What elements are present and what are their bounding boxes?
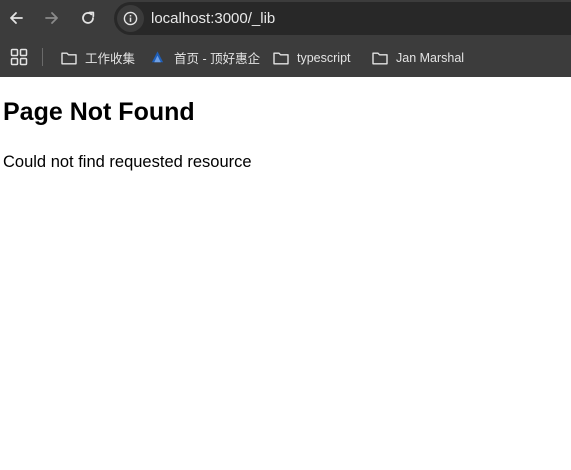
bookmark-label: typescript [297, 50, 351, 65]
bookmark-folder-work[interactable]: 工作收集 [60, 38, 135, 77]
reload-icon [82, 11, 95, 24]
bookmarks-divider [42, 48, 43, 66]
bookmark-folder-typescript[interactable]: typescript [272, 38, 351, 77]
arrow-right-icon [45, 12, 58, 24]
browser-toolbar: localhost:3000/_lib [0, 0, 571, 38]
bookmark-homepage[interactable]: 首页 - 顶好惠企 [149, 38, 260, 77]
info-icon [123, 11, 138, 26]
back-button[interactable] [4, 6, 28, 30]
apps-grid-icon[interactable] [10, 48, 28, 66]
bookmarks-bar: 工作收集 首页 - 顶好惠企 typescript Jan Marshal [0, 38, 571, 77]
page-title: Page Not Found [3, 98, 195, 126]
page-content: Page Not Found Could not find requested … [0, 77, 571, 470]
site-info-button[interactable] [117, 5, 144, 32]
folder-icon [60, 49, 77, 66]
url-text[interactable]: localhost:3000/_lib [151, 2, 275, 35]
error-message: Could not find requested resource [3, 153, 252, 171]
reload-button[interactable] [76, 6, 100, 30]
bookmark-label: 工作收集 [85, 52, 136, 66]
bookmark-folder-jan-marshal[interactable]: Jan Marshal [371, 38, 464, 77]
site-favicon [149, 49, 166, 66]
arrow-left-icon [10, 12, 23, 24]
browser-chrome: localhost:3000/_lib 工作收集 首页 - 顶好惠企 types… [0, 0, 571, 77]
folder-icon [272, 49, 289, 66]
address-bar[interactable]: localhost:3000/_lib [114, 2, 571, 35]
forward-button[interactable] [40, 6, 64, 30]
folder-icon [371, 49, 388, 66]
bookmark-label: 首页 - 顶好惠企 [174, 52, 261, 66]
bookmark-label: Jan Marshal [396, 50, 465, 65]
